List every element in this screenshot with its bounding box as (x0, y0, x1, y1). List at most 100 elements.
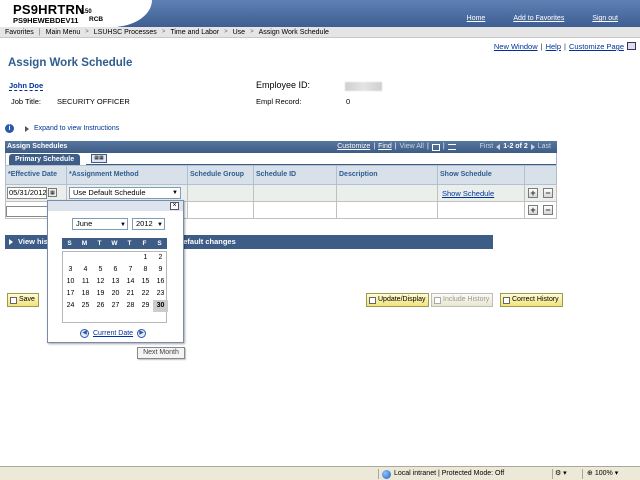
breadcrumb-main-menu[interactable]: Main Menu (41, 29, 86, 36)
calendar-day[interactable]: 13 (108, 276, 123, 288)
delete-row-button[interactable]: − (543, 188, 553, 198)
protected-mode-icon[interactable]: ⚙ ▾ (552, 469, 580, 479)
effective-date-input[interactable]: 05/31/2012 (7, 187, 47, 199)
header-band (118, 0, 640, 27)
calendar-day[interactable]: 22 (138, 288, 153, 300)
close-icon[interactable]: × (170, 202, 179, 210)
row2-effective-date-input[interactable] (6, 206, 51, 217)
calendar-day[interactable]: 23 (153, 288, 168, 300)
calendar-day[interactable]: 17 (63, 288, 78, 300)
calendar-day[interactable]: 28 (123, 300, 138, 312)
help-link[interactable]: Help (546, 42, 561, 51)
next-month-tooltip: Next Month (137, 347, 185, 359)
include-history-button[interactable]: Include History (431, 293, 494, 307)
prev-month-icon[interactable]: ◀ (80, 329, 89, 338)
add-row-button-2[interactable]: + (528, 205, 538, 215)
sign-out-link[interactable]: Sign out (578, 15, 632, 22)
calendar-day[interactable]: 12 (93, 276, 108, 288)
calendar-day[interactable]: 27 (108, 300, 123, 312)
calendar-day[interactable]: 19 (93, 288, 108, 300)
show-schedule-link[interactable]: Show Schedule (442, 189, 494, 198)
zoom-icon: ⊕ (587, 470, 593, 477)
grid-first-link[interactable]: First (480, 141, 494, 153)
breadcrumb-lsuhsc-processes[interactable]: LSUHSC Processes (89, 29, 162, 36)
toolbar-divider: | (564, 42, 566, 51)
grid-divider: | (373, 143, 376, 150)
grid-title: Assign Schedules (7, 143, 68, 150)
include-history-label: Include History (443, 296, 490, 303)
print-icon[interactable] (627, 42, 636, 50)
calendar-day[interactable]: 16 (153, 276, 168, 288)
calendar-day[interactable]: 18 (78, 288, 93, 300)
calendar-day[interactable]: 25 (78, 300, 93, 312)
grid-row-range: 1-2 of 2 (503, 143, 528, 150)
grid-download-icon[interactable] (431, 143, 440, 151)
calendar-day[interactable]: 15 (138, 276, 153, 288)
calendar-empty-cell (93, 252, 108, 264)
grid-view-all-link[interactable]: View All (400, 141, 424, 153)
home-link[interactable]: Home (453, 15, 500, 22)
show-all-columns-icon[interactable]: ▦▦ (91, 154, 107, 163)
calendar-day[interactable]: 6 (108, 264, 123, 276)
calendar-day[interactable]: 4 (78, 264, 93, 276)
breadcrumb-use[interactable]: Use (228, 29, 250, 36)
new-window-link[interactable]: New Window (494, 42, 538, 51)
breadcrumb-time-and-labor[interactable]: Time and Labor (165, 29, 224, 36)
correct-history-button[interactable]: Correct History (500, 293, 563, 307)
calendar-day[interactable]: 21 (123, 288, 138, 300)
calendar-day[interactable]: 1 (138, 252, 153, 264)
calendar-icon[interactable]: ▦ (48, 188, 57, 197)
calendar-footer: ◀ Current Date ▶ (80, 329, 147, 338)
security-zone[interactable]: Local intranet | Protected Mode: Off (378, 469, 504, 479)
calendar-titlebar (48, 201, 183, 211)
tab-primary-schedule[interactable]: Primary Schedule (9, 154, 81, 165)
grid-zoom-icon[interactable] (447, 144, 456, 150)
view-history-text: View hist (18, 237, 51, 246)
breadcrumb-favorites[interactable]: Favorites (0, 29, 39, 36)
grid-customize-link[interactable]: Customize (337, 141, 370, 153)
grid-find-link[interactable]: Find (378, 141, 392, 153)
employee-id-redacted (345, 82, 382, 91)
month-select[interactable]: June ▼ (72, 218, 128, 230)
server-name: PS9HEWEBDEV11 (13, 16, 79, 25)
calendar-day[interactable]: 8 (138, 264, 153, 276)
calendar-day[interactable]: 24 (63, 300, 78, 312)
col-show-schedule: Show Schedule (438, 165, 525, 185)
calendar-day[interactable]: 9 (153, 264, 168, 276)
expand-triangle-icon (9, 239, 13, 245)
next-month-icon[interactable]: ▶ (137, 329, 147, 338)
calendar-day[interactable]: 11 (78, 276, 93, 288)
calendar-day[interactable]: 2 (153, 252, 168, 264)
calendar-day[interactable]: 30 (153, 300, 168, 312)
expand-triangle-icon (25, 125, 29, 132)
calendar-day[interactable]: 5 (93, 264, 108, 276)
save-button[interactable]: Save (7, 293, 39, 307)
employee-name-link[interactable]: John Doe (9, 81, 44, 91)
customize-page-link[interactable]: Customize Page (569, 42, 624, 51)
zoom-control[interactable]: ⊕ 100% ▾ (582, 469, 618, 479)
expand-instructions[interactable]: i Expand to view Instructions (5, 124, 119, 133)
assignment-method-select[interactable]: Use Default Schedule ▼ (69, 187, 181, 199)
add-to-favorites-link[interactable]: Add to Favorites (499, 15, 578, 22)
calendar-day[interactable]: 10 (63, 276, 78, 288)
add-row-button[interactable]: + (528, 188, 538, 198)
next-arrow-icon[interactable] (530, 144, 535, 150)
calendar-day[interactable]: 26 (93, 300, 108, 312)
calendar-day[interactable]: 29 (138, 300, 153, 312)
calendar-day[interactable]: 7 (123, 264, 138, 276)
expand-instructions-link[interactable]: Expand to view Instructions (34, 125, 119, 132)
calendar-day-grid: 1 2 3 4 5 6 7 8 9 10 11 12 13 14 15 16 17 18 19 20 21 22 23 24 2… (62, 251, 168, 323)
row1-cell (188, 185, 254, 202)
calendar-day[interactable]: 3 (63, 264, 78, 276)
current-date-link[interactable]: Current Date (93, 330, 133, 337)
year-select[interactable]: 2012 ▼ (132, 218, 165, 230)
grid-last-link[interactable]: Last (538, 141, 551, 153)
prev-arrow-icon[interactable] (496, 144, 501, 150)
delete-row-button-2[interactable]: − (543, 205, 553, 215)
update-display-button[interactable]: Update/Display (366, 293, 430, 307)
row1-cell (254, 185, 337, 202)
user-code: RCB (89, 16, 104, 23)
info-icon: i (5, 124, 14, 133)
calendar-day[interactable]: 20 (108, 288, 123, 300)
calendar-day[interactable]: 14 (123, 276, 138, 288)
